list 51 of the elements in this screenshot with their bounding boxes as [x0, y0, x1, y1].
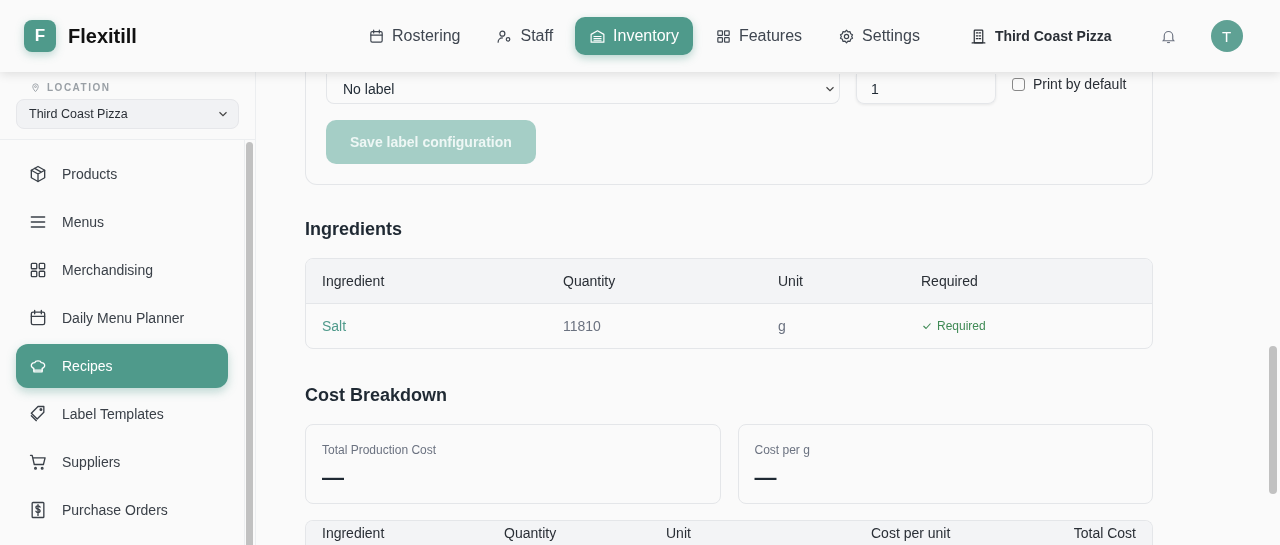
building-icon: [969, 27, 987, 45]
settings-icon: [838, 27, 856, 45]
table-cell-text: g: [778, 318, 787, 334]
location-label: LOCATION: [0, 72, 255, 93]
stat-label: Cost per g: [754, 443, 810, 457]
copies-field[interactable]: 1: [856, 74, 996, 104]
sidebar-item[interactable]: Label Templates: [16, 392, 228, 436]
nav-tab[interactable]: Features: [700, 17, 817, 55]
grid-icon: [714, 27, 732, 45]
column-header: Ingredient: [322, 525, 386, 541]
app-name: Flexitill: [68, 24, 137, 48]
print-by-default-checkbox[interactable]: Print by default: [1012, 74, 1127, 92]
column-header: Required: [921, 273, 979, 289]
section-heading: Ingredients: [305, 219, 403, 240]
stat-label: Total Production Cost: [322, 443, 437, 457]
column-header: Quantity: [504, 525, 558, 541]
grid-icon: [28, 260, 48, 280]
cart-icon: [28, 452, 48, 472]
sidebar-item[interactable]: Daily Menu Planner: [16, 296, 228, 340]
section-heading: Cost Breakdown: [305, 385, 449, 406]
warehouse-icon: [589, 27, 607, 45]
label-template-select[interactable]: No label: [326, 74, 840, 104]
sidebar-item[interactable]: Products: [16, 152, 228, 196]
calendar-icon: [368, 27, 385, 45]
tag-icon: [28, 404, 48, 424]
column-header: Total Cost: [1072, 525, 1136, 541]
table-cell-text: 11810: [563, 318, 602, 334]
stat-value: —: [754, 465, 777, 491]
column-header: Unit: [778, 273, 804, 289]
nav-tab[interactable]: Rostering: [354, 17, 475, 55]
scrollbar-thumb[interactable]: [246, 142, 253, 545]
column-header: Ingredient: [322, 273, 386, 289]
scrollbar-thumb[interactable]: [1269, 346, 1277, 494]
location-pin-icon: [30, 82, 41, 93]
required-status: Required: [921, 319, 1136, 333]
sidebar-item[interactable]: Merchandising: [16, 248, 228, 292]
box-icon: [28, 164, 48, 184]
column-header: Unit: [666, 525, 692, 541]
check-icon: [921, 320, 933, 332]
sidebar-item[interactable]: Menus: [16, 200, 228, 244]
location-select[interactable]: Third Coast Pizza: [16, 99, 239, 129]
sidebar-item[interactable]: Suppliers: [16, 440, 228, 484]
column-header: Quantity: [563, 273, 617, 289]
business-button[interactable]: Third Coast Pizza: [963, 26, 1118, 46]
calendar-icon: [28, 308, 48, 328]
column-header: Cost per unit: [871, 525, 952, 541]
stat-value: —: [322, 465, 344, 491]
sidebar-item[interactable]: Purchase Orders: [16, 488, 228, 532]
nav-tab[interactable]: Staff: [482, 17, 568, 55]
logo-badge: F: [24, 20, 56, 52]
nav-tab[interactable]: Settings: [824, 17, 934, 55]
